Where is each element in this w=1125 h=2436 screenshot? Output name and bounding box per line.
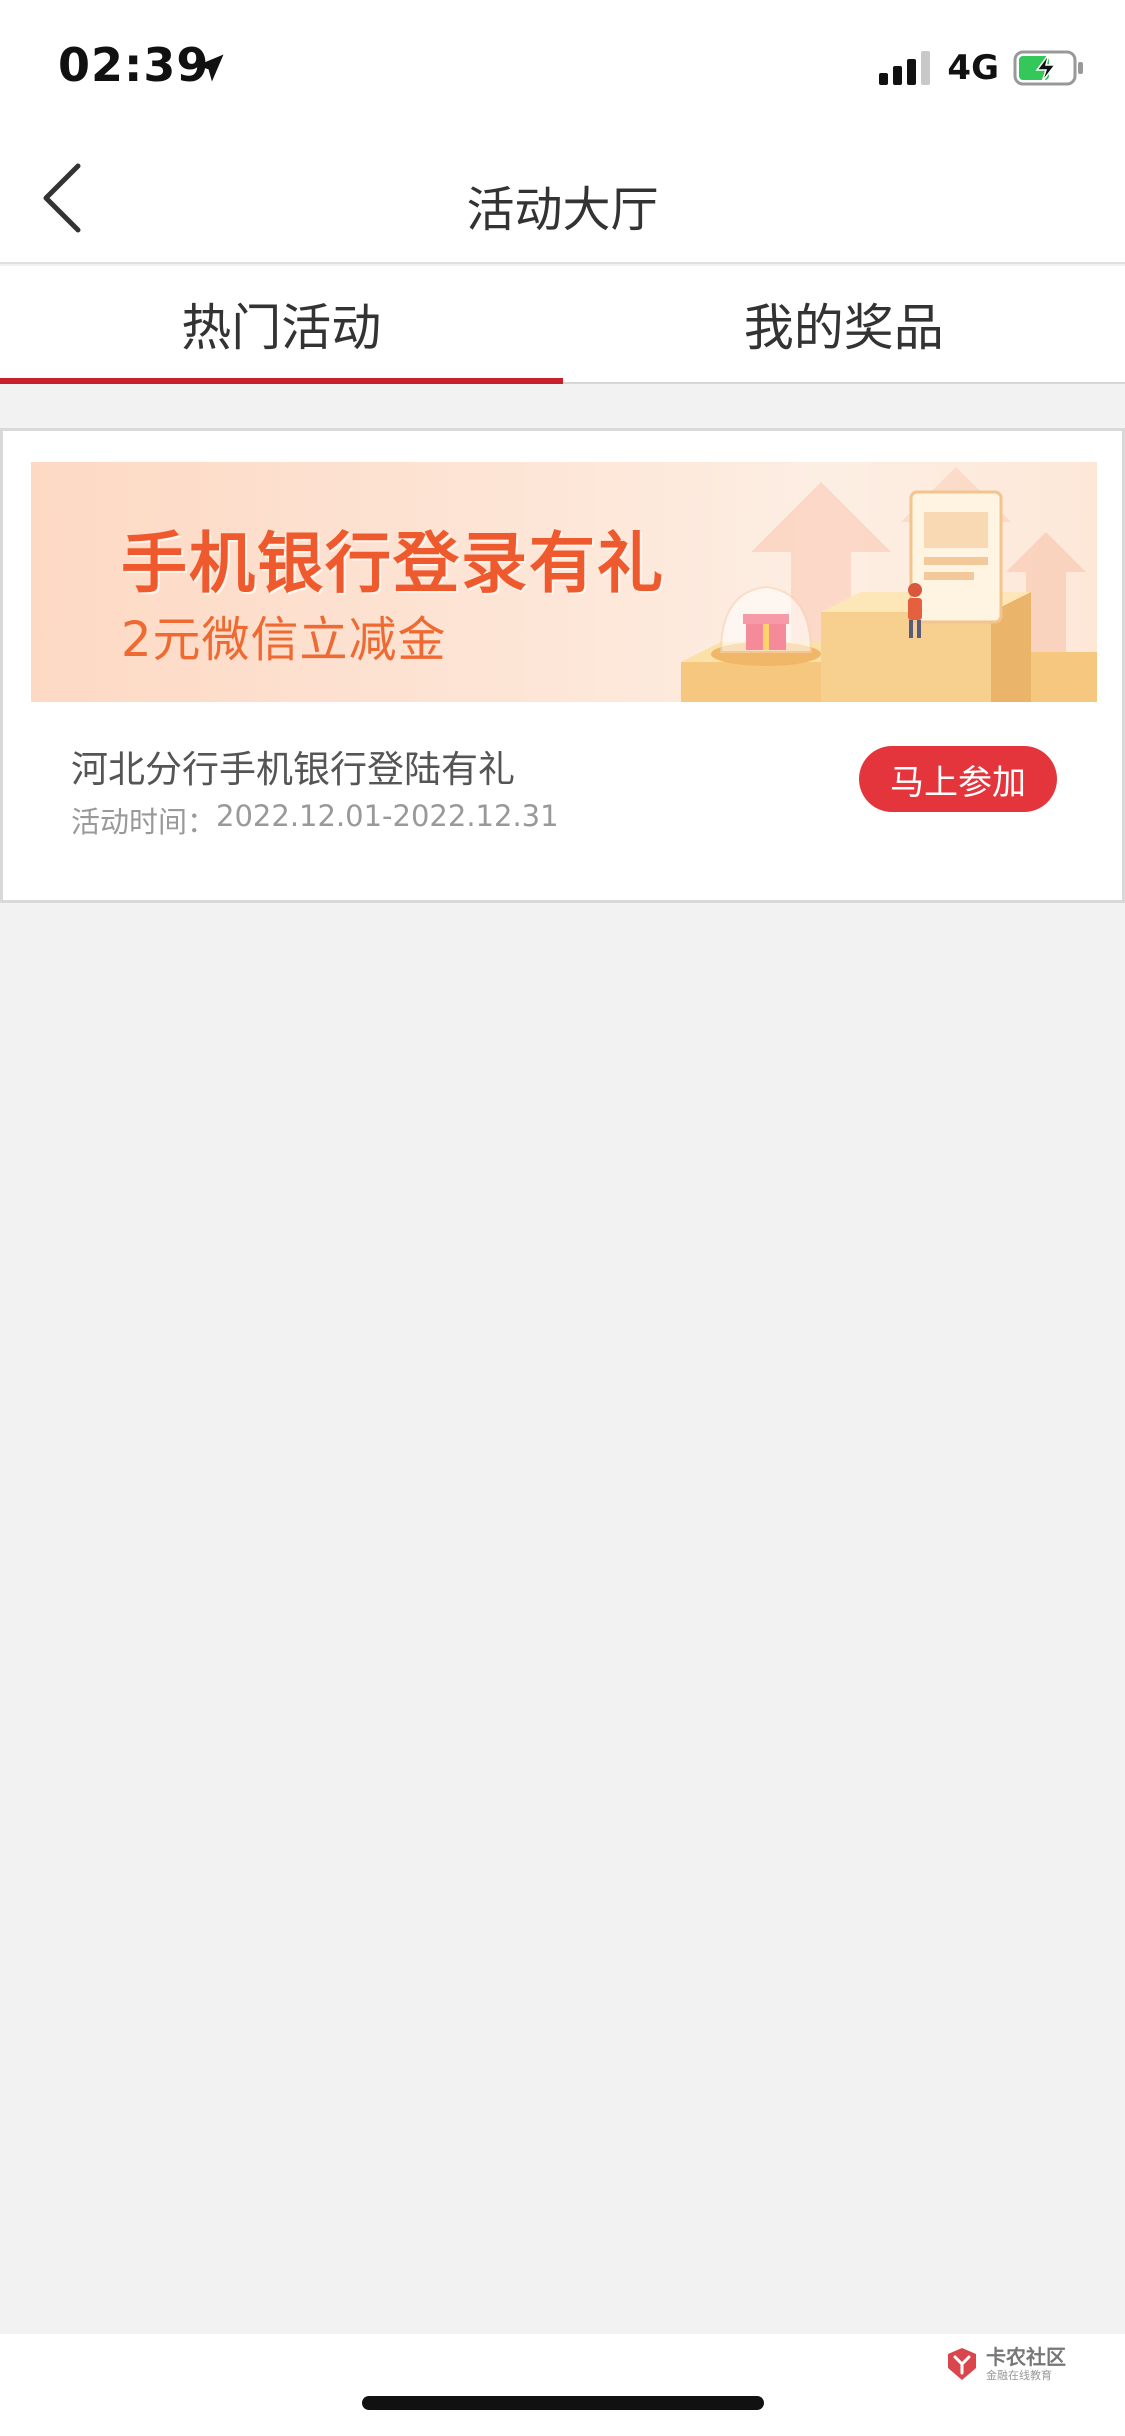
- signal-bars-icon: [879, 51, 931, 85]
- watermark-title: 卡农社区: [986, 2345, 1066, 2369]
- activity-banner[interactable]: 手机银行登录有礼 2元微信立减金: [31, 462, 1097, 702]
- watermark: 卡农社区 金融在线教育: [944, 2346, 1066, 2382]
- location-arrow-icon: [196, 54, 224, 82]
- activity-name: 河北分行手机银行登陆有礼: [71, 748, 515, 791]
- watermark-subtitle: 金融在线教育: [986, 2369, 1052, 2382]
- status-indicators: 4G: [879, 46, 1085, 90]
- tab-my-prizes[interactable]: 我的奖品: [563, 266, 1125, 382]
- join-now-button[interactable]: 马上参加: [859, 746, 1057, 812]
- status-bar: 02:39 4G: [0, 0, 1125, 132]
- activity-time-label: 活动时间：: [71, 805, 217, 839]
- activity-card[interactable]: 手机银行登录有礼 2元微信立减金 河北分行手机银行登陆有礼 活动时间： 2022…: [0, 428, 1125, 903]
- watermark-text: 卡农社区 金融在线教育: [986, 2347, 1066, 2381]
- banner-title: 手机银行登录有礼: [121, 525, 665, 602]
- tab-hot-activities[interactable]: 热门活动: [0, 266, 563, 384]
- page-title: 活动大厅: [466, 182, 659, 238]
- banner-subtitle: 2元微信立减金: [121, 612, 447, 668]
- activity-time: 活动时间： 2022.12.01-2022.12.31: [71, 799, 559, 841]
- home-indicator[interactable]: [362, 2396, 764, 2410]
- status-time: 02:39: [58, 38, 210, 92]
- activity-time-range: 2022.12.01-2022.12.31: [216, 799, 559, 833]
- battery-charging-icon: [1013, 50, 1083, 86]
- network-type: 4G: [947, 48, 999, 88]
- navigation-bar: 活动大厅: [0, 132, 1125, 264]
- kanong-logo-icon: [948, 2348, 976, 2380]
- tab-bar: 热门活动 我的奖品: [0, 266, 1125, 384]
